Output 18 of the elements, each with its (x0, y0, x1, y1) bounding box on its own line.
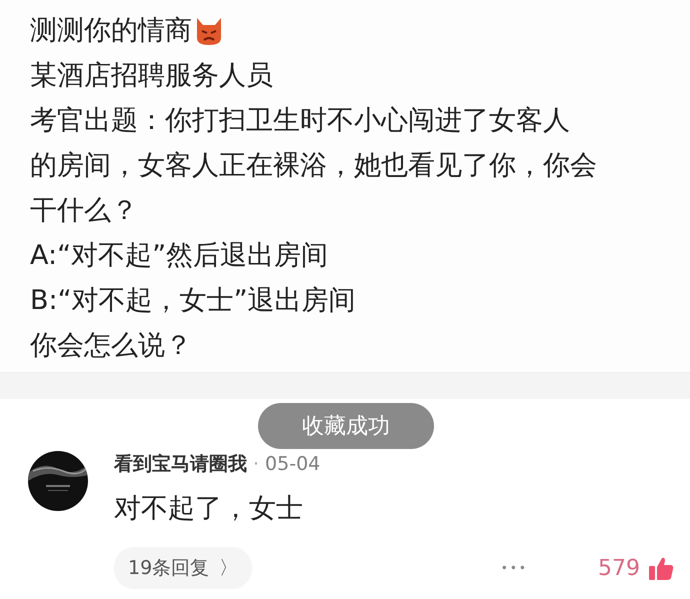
post-title: 测测你的情商 (30, 14, 192, 48)
post-text-line: A:“对不起”然后退出房间 (30, 239, 328, 273)
replies-button[interactable]: 19条回复 〉 (114, 547, 252, 589)
post-text-line: 你会怎么说？ (30, 329, 192, 363)
separator-dot: · (253, 453, 260, 475)
post-text-line: 的房间，女客人正在裸浴，她也看见了你，你会 (30, 149, 597, 183)
toast-message: 收藏成功 (258, 403, 434, 449)
comment-date: 05-04 (265, 453, 320, 475)
devil-face-icon (194, 16, 224, 46)
post-text-line: 干什么？ (30, 194, 138, 228)
thumbs-up-icon[interactable] (648, 555, 674, 581)
comment-text: 对不起了，女士 (114, 492, 304, 526)
post-text-line: 某酒店招聘服务人员 (30, 59, 273, 93)
post-text-line: B:“对不起，女士”退出房间 (30, 284, 356, 318)
username[interactable]: 看到宝马请圈我 (114, 451, 247, 477)
like-count: 579 (598, 556, 640, 580)
more-button[interactable]: ••• (500, 561, 528, 575)
post-text-line: 考官出题：你打扫卫生时不小心闯进了女客人 (30, 104, 570, 138)
